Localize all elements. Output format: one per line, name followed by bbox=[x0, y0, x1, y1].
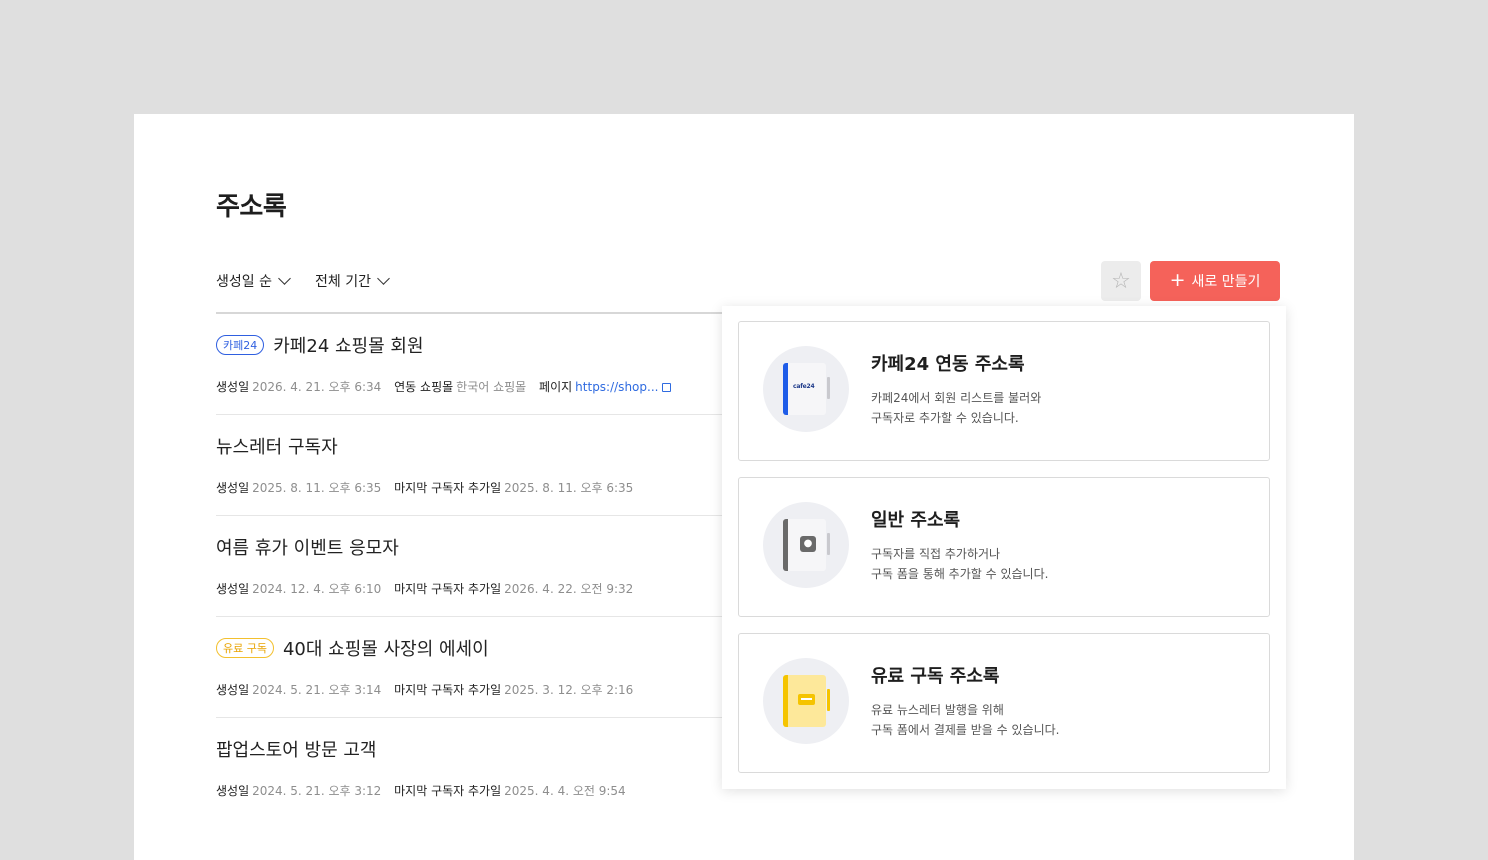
card-title: 유료 구독 주소록 bbox=[871, 666, 1000, 687]
paid-badge: 유료 구독 bbox=[216, 638, 274, 658]
chevron-down-icon bbox=[278, 272, 291, 285]
cafe24-book-icon: cafe24 bbox=[763, 346, 849, 432]
cafe24-address-book-option[interactable]: cafe24 카페24 연동 주소록 카페24에서 회원 리스트를 불러와 구독… bbox=[738, 321, 1270, 461]
general-address-book-option[interactable]: ● 일반 주소록 구독자를 직접 추가하거나 구독 폼을 통해 추가할 수 있습… bbox=[738, 477, 1270, 617]
list-item-title[interactable]: 40대 쇼핑몰 사장의 에세이 bbox=[283, 635, 489, 661]
main-panel: 주소록 생성일 순 전체 기간 ☆ + 새로 만들기 카페24 카페24 쇼핑몰… bbox=[134, 114, 1354, 860]
list-item-title[interactable]: 팝업스토어 방문 고객 bbox=[216, 736, 376, 762]
card-description: 구독자를 직접 추가하거나 구독 폼을 통해 추가할 수 있습니다. bbox=[871, 547, 1049, 581]
star-icon: ☆ bbox=[1111, 268, 1131, 294]
card-title: 일반 주소록 bbox=[871, 510, 961, 531]
external-link-icon[interactable] bbox=[662, 383, 672, 392]
card-description: 카페24에서 회원 리스트를 불러와 구독자로 추가할 수 있습니다. bbox=[871, 391, 1042, 425]
new-button-label: 새로 만들기 bbox=[1191, 274, 1261, 290]
new-button[interactable]: + 새로 만들기 bbox=[1150, 261, 1280, 301]
card-payment-icon bbox=[798, 694, 815, 705]
list-item-title[interactable]: 여름 휴가 이벤트 응모자 bbox=[216, 534, 399, 560]
card-description: 유료 뉴스레터 발행을 위해 구독 폼에서 결제를 받을 수 있습니다. bbox=[871, 703, 1060, 737]
chevron-down-icon bbox=[377, 272, 390, 285]
page-title: 주소록 bbox=[216, 192, 287, 222]
period-dropdown[interactable]: 전체 기간 bbox=[314, 271, 390, 291]
sort-dropdown[interactable]: 생성일 순 bbox=[216, 271, 291, 291]
cafe24-logo: cafe24 bbox=[793, 383, 815, 390]
person-icon: ● bbox=[800, 536, 816, 552]
cafe24-badge: 카페24 bbox=[216, 335, 265, 355]
card-title: 카페24 연동 주소록 bbox=[871, 354, 1025, 375]
filter-toolbar: 생성일 순 전체 기간 bbox=[216, 271, 390, 291]
new-address-book-menu: cafe24 카페24 연동 주소록 카페24에서 회원 리스트를 불러와 구독… bbox=[722, 306, 1286, 789]
sort-dropdown-label: 생성일 순 bbox=[216, 274, 272, 290]
period-dropdown-label: 전체 기간 bbox=[314, 274, 371, 290]
paid-address-book-option[interactable]: 유료 구독 주소록 유료 뉴스레터 발행을 위해 구독 폼에서 결제를 받을 수… bbox=[738, 633, 1270, 773]
paid-book-icon bbox=[763, 658, 849, 744]
list-item-title[interactable]: 뉴스레터 구독자 bbox=[216, 433, 338, 459]
page-link[interactable]: https://shop... bbox=[575, 380, 658, 394]
favorite-button[interactable]: ☆ bbox=[1101, 261, 1141, 301]
contact-book-icon: ● bbox=[763, 502, 849, 588]
plus-icon: + bbox=[1169, 268, 1186, 291]
list-item-title[interactable]: 카페24 쇼핑몰 회원 bbox=[273, 332, 423, 358]
